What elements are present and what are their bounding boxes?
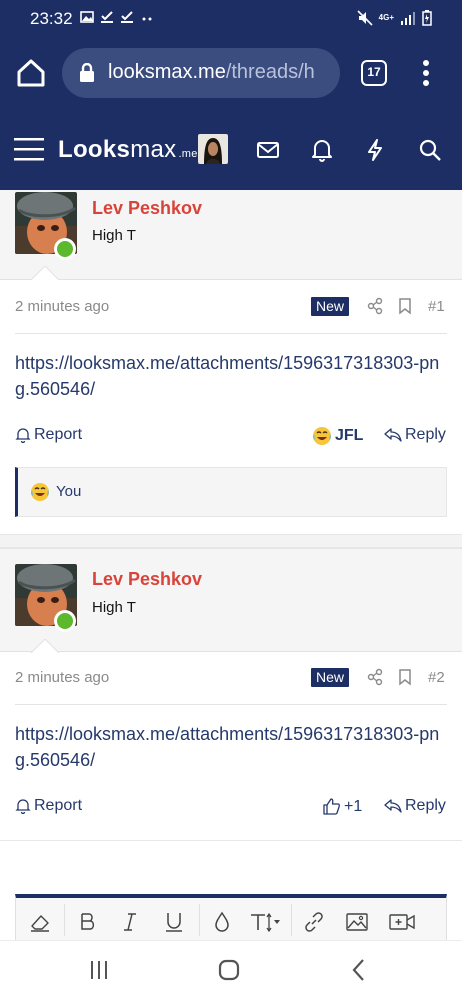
reactions-summary[interactable]: You xyxy=(15,467,447,517)
font-size-icon[interactable] xyxy=(248,910,284,934)
reaction-label: JFL xyxy=(335,427,364,444)
home-button-icon[interactable] xyxy=(216,957,242,983)
user-avatar[interactable] xyxy=(198,134,228,164)
toolbar-separator xyxy=(64,904,65,936)
gallery-icon xyxy=(80,11,94,23)
post-arrow xyxy=(30,639,60,654)
new-badge: New xyxy=(311,297,349,316)
url-path: /threads/h xyxy=(225,61,315,83)
post-timestamp[interactable]: 2 minutes ago xyxy=(15,669,109,686)
post-user-header: Lev Peshkov High T xyxy=(0,548,462,654)
post-user-title: High T xyxy=(92,227,136,244)
avatar-image xyxy=(198,134,228,164)
post-user-header: Lev Peshkov High T xyxy=(0,190,462,281)
report-button[interactable]: Report xyxy=(15,426,82,444)
hamburger-menu-icon[interactable] xyxy=(14,136,44,162)
reactions-text: You xyxy=(56,483,82,500)
report-button[interactable]: Report xyxy=(15,797,82,815)
tab-switcher-button[interactable]: 17 xyxy=(361,60,387,86)
check-download-icon xyxy=(101,11,113,23)
share-icon[interactable] xyxy=(366,668,384,686)
lock-icon xyxy=(80,63,94,82)
toolbar-separator xyxy=(199,904,200,936)
image-icon[interactable] xyxy=(345,910,369,934)
online-status-icon xyxy=(54,610,76,632)
bell-icon[interactable] xyxy=(309,137,335,163)
post-username[interactable]: Lev Peshkov xyxy=(92,198,202,219)
bell-icon xyxy=(15,799,31,814)
url-text: looksmax.me/threads/h xyxy=(108,61,315,84)
bookmark-icon[interactable] xyxy=(396,297,414,315)
attachment-link[interactable]: https://looksmax.me/attachments/15963173… xyxy=(15,721,447,773)
system-icons: 4G+ xyxy=(357,10,432,26)
status-time: 23:32 xyxy=(30,9,73,28)
toolbar-separator xyxy=(291,904,292,936)
like-button[interactable]: +1 xyxy=(322,797,362,816)
logo-rest: max xyxy=(130,136,177,163)
logo-main: Looks xyxy=(58,136,131,163)
site-logo[interactable]: Looksmax .me xyxy=(58,136,198,164)
status-bar: 23:32 4G+ xyxy=(0,0,462,38)
bookmark-icon[interactable] xyxy=(396,668,414,686)
attachment-link[interactable]: https://looksmax.me/attachments/15963173… xyxy=(15,350,447,402)
address-bar[interactable]: looksmax.me/threads/h xyxy=(62,48,340,98)
bell-icon xyxy=(15,428,31,443)
crying-laughing-emoji-icon xyxy=(31,483,49,501)
post-separator xyxy=(0,534,462,548)
home-icon[interactable] xyxy=(14,56,48,90)
like-label: +1 xyxy=(344,797,363,815)
signal-icon xyxy=(401,12,415,25)
post-number[interactable]: #1 xyxy=(428,298,445,315)
search-icon[interactable] xyxy=(417,137,443,163)
reaction-button[interactable]: JFL xyxy=(312,426,363,446)
text-color-icon[interactable] xyxy=(210,910,234,934)
reply-icon xyxy=(384,428,402,442)
crying-laughing-emoji-icon xyxy=(313,427,331,445)
report-label: Report xyxy=(34,426,83,443)
report-label: Report xyxy=(34,797,83,814)
underline-icon[interactable] xyxy=(162,910,186,934)
post-arrow xyxy=(30,266,60,281)
reply-label: Reply xyxy=(405,797,446,814)
divider xyxy=(15,333,447,334)
recent-apps-icon[interactable] xyxy=(86,957,112,983)
divider xyxy=(15,704,447,705)
reply-label: Reply xyxy=(405,426,446,443)
post-number[interactable]: #2 xyxy=(428,669,445,686)
reply-button[interactable]: Reply xyxy=(384,426,446,444)
lightning-icon[interactable] xyxy=(362,137,388,163)
thumbs-up-icon xyxy=(323,798,340,815)
mute-icon xyxy=(357,10,373,26)
italic-icon[interactable] xyxy=(118,910,142,934)
post-username[interactable]: Lev Peshkov xyxy=(92,569,202,590)
bold-icon[interactable] xyxy=(76,910,100,934)
inbox-icon[interactable] xyxy=(255,137,281,163)
more-dots-icon xyxy=(142,17,152,21)
post-timestamp[interactable]: 2 minutes ago xyxy=(15,298,109,315)
editor-toolbar xyxy=(15,894,447,940)
eraser-icon[interactable] xyxy=(28,910,52,934)
more-menu-icon[interactable] xyxy=(418,58,434,88)
new-badge: New xyxy=(311,668,349,687)
divider xyxy=(0,840,462,841)
reply-button[interactable]: Reply xyxy=(384,797,446,815)
logo-suffix: .me xyxy=(178,148,198,160)
online-status-icon xyxy=(54,238,76,260)
post-user-title: High T xyxy=(92,599,136,616)
notification-icons xyxy=(80,10,154,24)
share-icon[interactable] xyxy=(366,297,384,315)
reply-icon xyxy=(384,799,402,813)
system-navigation-bar xyxy=(0,940,462,1000)
link-icon[interactable] xyxy=(302,910,326,934)
browser-toolbar: looksmax.me/threads/h 17 xyxy=(0,38,462,110)
check-download-icon xyxy=(121,11,133,23)
video-icon[interactable] xyxy=(388,910,416,934)
network-type: 4G+ xyxy=(378,13,394,22)
site-header: Looksmax .me xyxy=(0,110,462,190)
url-domain: looksmax.me xyxy=(108,61,226,83)
back-icon[interactable] xyxy=(346,957,372,983)
battery-icon xyxy=(422,10,432,26)
